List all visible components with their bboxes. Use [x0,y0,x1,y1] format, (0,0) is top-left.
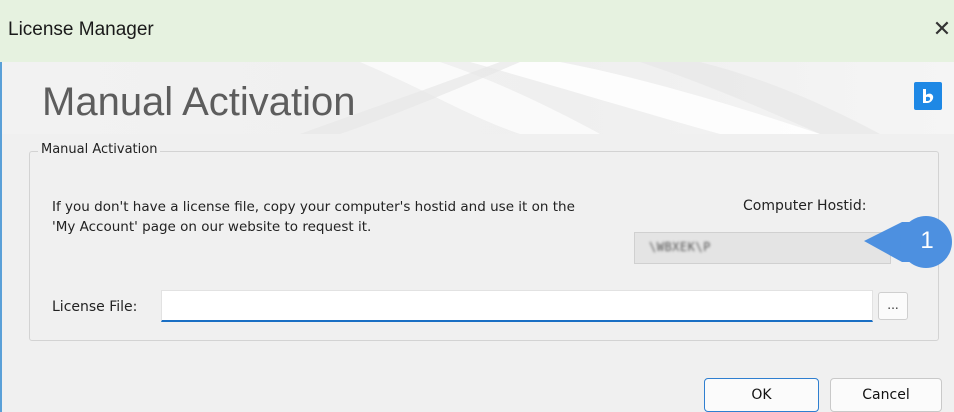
callout-number: 1 [920,227,934,254]
window-title: License Manager [8,19,154,40]
close-icon[interactable]: ✕ [930,14,954,46]
ok-button[interactable]: OK [704,378,819,412]
header-banner: Manual Activation [0,62,954,134]
hostid-field[interactable]: \WBXEK\P [634,232,891,264]
group-legend: Manual Activation [38,142,161,157]
app-logo-icon [914,82,942,110]
manual-activation-group: Manual Activation If you don't have a li… [29,142,939,341]
license-manager-window: License Manager ✕ Manual Activation Manu… [0,0,954,412]
cancel-button[interactable]: Cancel [830,378,942,412]
license-file-input[interactable] [161,290,873,322]
hostid-label: Computer Hostid: [743,198,867,214]
title-bar: License Manager ✕ [0,0,954,63]
hostid-value: \WBXEK\P [649,240,711,254]
page-title: Manual Activation [42,80,356,124]
browse-button[interactable]: ... [878,292,908,320]
instructions-text: If you don't have a license file, copy y… [52,199,575,235]
license-file-label: License File: [52,299,138,315]
window-border-accent [0,62,2,412]
